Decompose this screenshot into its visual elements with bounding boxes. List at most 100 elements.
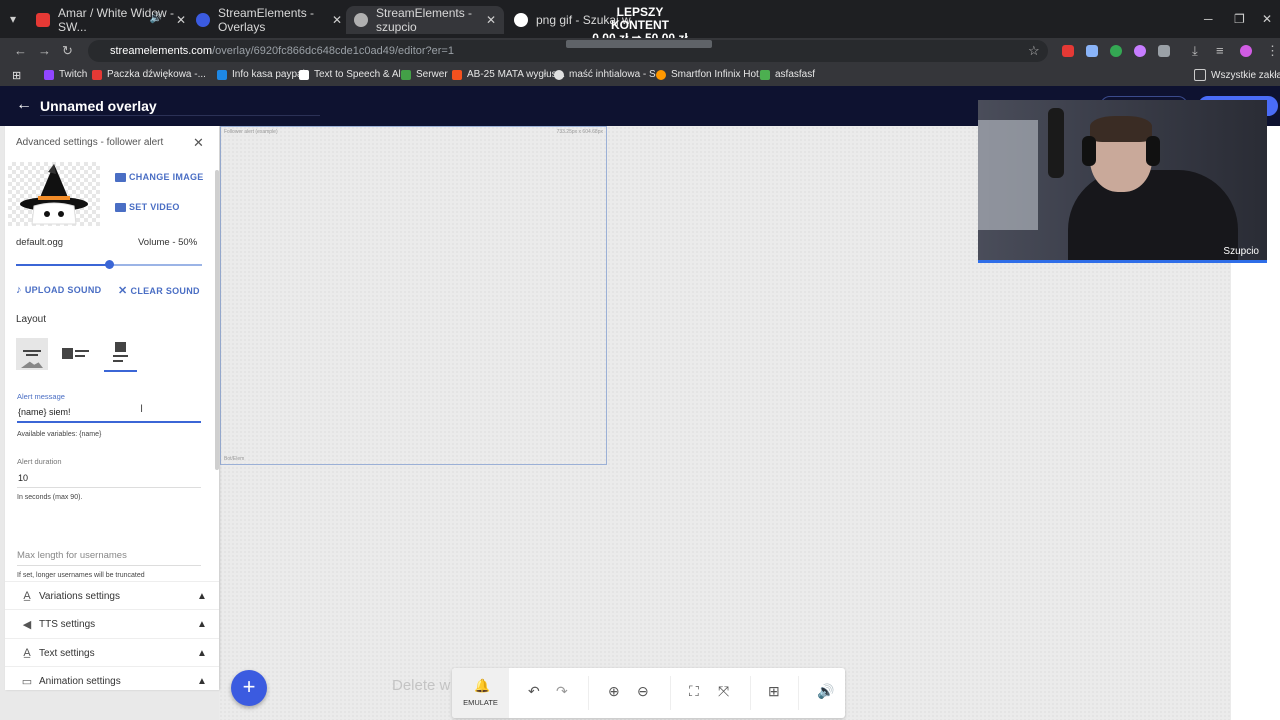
close-window-icon[interactable]: ✕ [1262, 12, 1272, 26]
max-username-length-input[interactable]: Max length for usernames [17, 550, 127, 561]
url-path: /overlay/6920fc866dc648cde1c0ad49/editor… [212, 45, 454, 57]
puzzle-icon[interactable] [1158, 45, 1170, 57]
extension-icon[interactable] [1134, 45, 1146, 57]
toolbar-divider [798, 676, 799, 710]
chevron-up-icon: ▲ [197, 618, 207, 630]
extension-icon[interactable] [1086, 45, 1098, 57]
change-image-button[interactable]: CHANGE IMAGE [115, 172, 204, 182]
close-icon[interactable]: ✕ [193, 135, 204, 151]
alert-message-input[interactable]: {name} siem! [18, 407, 71, 417]
text-cursor-icon: I [140, 403, 144, 415]
media-icon[interactable]: ≡ [1216, 43, 1224, 58]
streamer-hair [1090, 116, 1152, 142]
alert-widget-frame[interactable]: Follower alert (example) 733.25px x 604.… [220, 126, 607, 465]
layout-selected-indicator [104, 370, 137, 372]
shop-icon [656, 69, 666, 80]
volume-slider-knob[interactable] [105, 260, 114, 269]
google-icon [554, 69, 564, 80]
bookmark[interactable]: Paczka dźwiękowa -... [92, 69, 206, 80]
download-icon[interactable]: ⤓ [1192, 43, 1198, 59]
layout-option-image-above[interactable] [104, 338, 136, 370]
panel-scrollbar[interactable] [215, 170, 219, 470]
bookmark[interactable]: Twitch [44, 69, 87, 80]
headphones-right [1146, 136, 1160, 166]
extension-icon[interactable] [1062, 45, 1074, 57]
set-video-button[interactable]: SET VIDEO [115, 202, 180, 212]
upload-sound-button[interactable]: ♪ UPLOAD SOUND [16, 284, 101, 296]
alert-duration-input[interactable]: 10 [18, 473, 28, 483]
restore-icon[interactable]: ❐ [1234, 12, 1245, 26]
variations-settings-section[interactable]: A̲ Variations settings ▲ [5, 581, 219, 610]
browser-tab[interactable]: Amar / White Widow - SW... 🔊 ✕ [36, 6, 186, 34]
overlay-title[interactable]: Unnamed overlay [40, 98, 157, 114]
browser-tab[interactable]: StreamElements - Overlays ✕ [196, 6, 342, 34]
text-settings-section[interactable]: A̲ Text settings ▲ [5, 638, 219, 667]
bookmark[interactable]: asfasfasf [760, 69, 815, 80]
volume-label: Volume - 50% [138, 237, 198, 248]
back-icon[interactable]: ← [14, 43, 27, 58]
volume-slider[interactable] [16, 260, 202, 269]
layout-option-image-left[interactable] [60, 338, 92, 370]
bookmark[interactable]: AB-25 MATA wygłus... [452, 69, 565, 80]
forward-icon[interactable]: → [38, 43, 51, 58]
toolbar-divider [588, 676, 589, 710]
add-widget-button[interactable]: + [231, 670, 267, 706]
bookmark[interactable]: Serwer [401, 69, 448, 80]
undo-icon[interactable]: ↶ [528, 683, 540, 700]
grid-icon[interactable]: ⊞ [768, 683, 780, 700]
chevron-up-icon: ▲ [197, 590, 207, 602]
tab-title: Amar / White Widow - SW... [58, 6, 175, 34]
fullscreen-icon[interactable]: ⛶ [689, 683, 699, 700]
frame-size-label: 733.25px x 604.68px [556, 129, 603, 135]
streamer-body [1068, 170, 1238, 263]
zoom-in-icon[interactable]: ⊕ [608, 683, 620, 700]
tab-scroll-indicator [566, 40, 712, 48]
alert-duration-help: In seconds (max 90). [17, 494, 83, 501]
bookmark[interactable]: Text to Speech & Al... [299, 69, 409, 80]
emulate-button[interactable]: 🔔 EMULATE [452, 668, 509, 718]
browser-tab-active[interactable]: StreamElements - szupcio ✕ [346, 6, 504, 34]
close-tab-icon[interactable]: ✕ [332, 13, 342, 27]
redo-icon[interactable]: ↷ [556, 683, 568, 700]
fit-screen-icon[interactable]: ⤧ [718, 683, 729, 700]
extension-icon[interactable] [1110, 45, 1122, 57]
bookmark[interactable]: Smartfon Infinix Hot... [656, 69, 767, 80]
promo-title: LEPSZY KONTENT [611, 5, 669, 32]
frame-label: Bot/Elem [224, 456, 245, 462]
music-note-icon: ♪ [16, 284, 22, 296]
tab-title: StreamElements - Overlays [218, 6, 315, 34]
volume-icon[interactable]: 🔊 [817, 683, 834, 700]
alert-image-preview [8, 162, 100, 226]
minimize-icon[interactable]: ─ [1204, 12, 1213, 26]
tts-settings-section[interactable]: ◀ TTS settings ▲ [5, 609, 219, 638]
editor-toolbar: 🔔 EMULATE ↶ ↷ ⊕ ⊖ ⛶ ⤧ ⊞ 🔊 [452, 668, 845, 718]
toolbar-divider [670, 676, 671, 710]
layout-option-text-over-image[interactable] [16, 338, 48, 370]
title-underline [40, 115, 320, 116]
tab-search-icon[interactable]: ▾ [10, 12, 16, 26]
close-icon: ✕ [118, 285, 128, 297]
browser-tab-strip: ▾ Amar / White Widow - SW... 🔊 ✕ StreamE… [0, 0, 1280, 45]
menu-icon[interactable]: ⋮ [1266, 43, 1279, 59]
video-icon [115, 202, 126, 212]
tab-title: StreamElements - szupcio [376, 6, 473, 34]
headphones-left [1082, 136, 1096, 166]
clear-sound-button[interactable]: ✕ CLEAR SOUND [118, 284, 200, 297]
layout-label: Layout [16, 314, 47, 325]
sound-file-name: default.ogg [16, 237, 64, 248]
radiator-window [978, 120, 1038, 230]
all-bookmarks[interactable]: Wszystkie zakładki [1194, 69, 1280, 81]
animation-icon: ▭ [21, 675, 33, 688]
star-icon[interactable]: ☆ [1028, 43, 1040, 59]
close-tab-icon[interactable]: ✕ [486, 13, 496, 27]
close-tab-icon[interactable]: ✕ [176, 13, 186, 27]
animation-settings-section[interactable]: ▭ Animation settings ▲ [5, 666, 219, 695]
apps-icon[interactable]: ⊞ [12, 69, 21, 82]
reload-icon[interactable]: ↻ [62, 43, 73, 59]
profile-avatar[interactable] [1240, 45, 1252, 57]
bookmark[interactable]: Info kasa paypal [217, 69, 305, 80]
bookmark[interactable]: maść inhtialowa - S... [554, 69, 664, 80]
paypal-icon [217, 69, 227, 80]
zoom-out-icon[interactable]: ⊖ [637, 683, 649, 700]
back-arrow-icon[interactable]: ← [16, 96, 32, 114]
